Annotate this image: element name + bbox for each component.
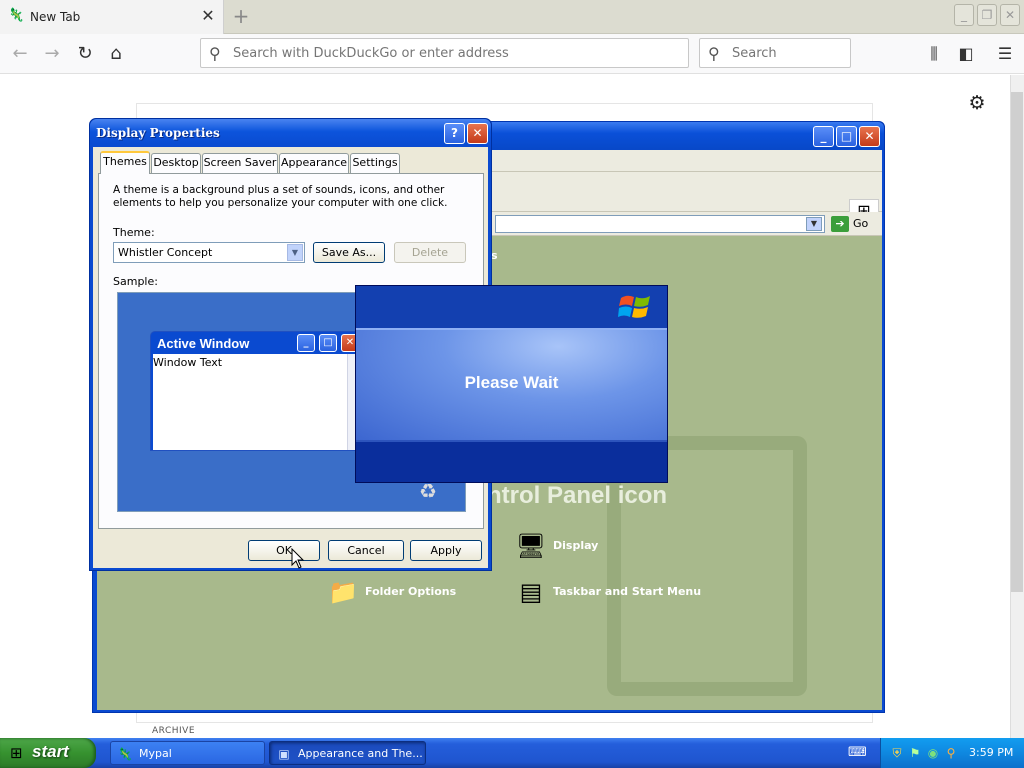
taskbar-icon: ▤ bbox=[519, 578, 543, 606]
tab-settings[interactable]: Settings bbox=[350, 153, 400, 173]
browser-tab[interactable]: 🦎 New Tab ✕ bbox=[0, 0, 224, 34]
cp-pick-heading: ntrol Panel icon bbox=[487, 482, 668, 509]
sample-minimize-icon: _ bbox=[297, 334, 315, 352]
cp-item-folder-options[interactable]: 📁 Folder Options bbox=[327, 576, 487, 612]
search-tray-icon[interactable]: ⚲ bbox=[943, 745, 959, 761]
forward-arrow-icon[interactable]: → bbox=[40, 42, 64, 66]
control-panel-icon: ▣ bbox=[278, 747, 290, 761]
taskbar: ⊞ start 🦎 Mypal ▣ Appearance and The... … bbox=[0, 738, 1024, 768]
windows-flag-icon: ⊞ bbox=[10, 744, 23, 762]
ok-button[interactable]: OK bbox=[248, 540, 320, 561]
tab-appearance[interactable]: Appearance bbox=[279, 153, 349, 173]
splash-bottom-band bbox=[356, 442, 667, 482]
taskbar-item-label: Appearance and The... bbox=[298, 747, 423, 760]
taskbar-item-mypal[interactable]: 🦎 Mypal bbox=[110, 741, 265, 765]
tab-themes[interactable]: Themes bbox=[100, 151, 150, 174]
restore-window-button[interactable]: ❐ bbox=[977, 4, 997, 26]
search-bar[interactable]: ⚲ bbox=[699, 38, 851, 68]
dialog-title: Display Properties bbox=[96, 126, 220, 140]
splash-top-band bbox=[356, 286, 667, 328]
windows-logo-icon bbox=[618, 295, 650, 318]
cp-maximize-button[interactable]: □ bbox=[836, 126, 857, 147]
network-icon[interactable]: ⚑ bbox=[907, 745, 923, 761]
sample-active-window: Active Window _ □ ✕ Window Text bbox=[150, 331, 364, 451]
theme-select[interactable]: Whistler Concept ▼ bbox=[113, 242, 305, 263]
tab-favicon-icon: 🦎 bbox=[8, 8, 25, 23]
display-icon: 🖥 bbox=[515, 532, 547, 560]
reload-icon[interactable]: ↻ bbox=[73, 42, 97, 66]
sample-window-title: Active Window bbox=[157, 336, 250, 351]
go-arrow-icon[interactable]: ➔ bbox=[831, 216, 849, 232]
search-input[interactable] bbox=[730, 44, 840, 62]
cp-item-label: Folder Options bbox=[365, 585, 457, 598]
cp-address-field[interactable]: ▼ bbox=[495, 215, 825, 233]
gear-icon[interactable]: ⚙ bbox=[965, 92, 989, 116]
search-icon: ⚲ bbox=[708, 44, 720, 63]
sample-window-body: Window Text bbox=[153, 354, 361, 450]
theme-select-value: Whistler Concept bbox=[118, 246, 213, 259]
close-window-button[interactable]: ✕ bbox=[1000, 4, 1020, 26]
taskbar-item-control-panel[interactable]: ▣ Appearance and The... bbox=[269, 741, 426, 765]
save-as-button[interactable]: Save As... bbox=[313, 242, 385, 263]
cp-item-label: Display bbox=[553, 539, 599, 552]
cp-minimize-button[interactable]: _ bbox=[813, 126, 834, 147]
folder-options-icon: 📁 bbox=[328, 578, 358, 606]
sample-window-text: Window Text bbox=[153, 356, 223, 369]
mouse-cursor-icon bbox=[291, 548, 305, 569]
minimize-window-button[interactable]: _ bbox=[954, 4, 974, 26]
dialog-titlebar[interactable]: Display Properties ? ✕ bbox=[90, 119, 491, 147]
scrollbar-thumb[interactable] bbox=[1011, 92, 1023, 592]
start-button[interactable]: ⊞ start bbox=[0, 738, 96, 768]
tab-desktop[interactable]: Desktop bbox=[151, 153, 201, 173]
please-wait-text: Please Wait bbox=[464, 373, 559, 392]
archive-label: ARCHIVE bbox=[152, 726, 196, 736]
library-icon[interactable]: ⫼ bbox=[922, 42, 946, 66]
close-tab-icon[interactable]: ✕ bbox=[198, 6, 218, 26]
hamburger-menu-icon[interactable]: ☰ bbox=[993, 42, 1017, 66]
cp-item-label: Taskbar and Start Menu bbox=[553, 585, 702, 598]
back-arrow-icon[interactable]: ← bbox=[8, 42, 32, 66]
search-icon: ⚲ bbox=[209, 44, 221, 63]
sample-maximize-icon: □ bbox=[319, 334, 337, 352]
url-input[interactable] bbox=[231, 44, 671, 62]
start-label: start bbox=[32, 742, 69, 761]
cp-item-taskbar[interactable]: ▤ Taskbar and Start Menu bbox=[515, 576, 735, 612]
tab-title: New Tab bbox=[30, 10, 81, 24]
cp-item-display[interactable]: 🖥 Display bbox=[515, 530, 655, 566]
theme-label: Theme: bbox=[113, 226, 155, 239]
tab-bar: 🦎 New Tab ✕ + _ ❐ ✕ bbox=[0, 0, 1024, 34]
cancel-button[interactable]: Cancel bbox=[328, 540, 404, 561]
sidebar-icon[interactable]: ◧ bbox=[954, 42, 978, 66]
update-icon[interactable]: ◉ bbox=[925, 745, 941, 761]
help-button[interactable]: ? bbox=[444, 123, 465, 144]
dialog-close-button[interactable]: ✕ bbox=[467, 123, 488, 144]
mypal-icon: 🦎 bbox=[117, 747, 133, 761]
chevron-down-icon[interactable]: ▼ bbox=[806, 217, 822, 231]
navigation-bar: ← → ↻ ⌂ ⚲ ⚲ ⫼ ◧ ☰ bbox=[0, 34, 1024, 74]
url-bar[interactable]: ⚲ bbox=[200, 38, 689, 68]
security-shield-icon[interactable]: ⛨ bbox=[889, 745, 905, 761]
clock: 3:59 PM bbox=[969, 746, 1014, 759]
home-icon[interactable]: ⌂ bbox=[104, 42, 128, 66]
taskbar-item-label: Mypal bbox=[139, 747, 172, 760]
go-button-label[interactable]: Go bbox=[853, 217, 868, 230]
delete-button: Delete bbox=[394, 242, 466, 263]
new-tab-icon[interactable]: + bbox=[230, 6, 252, 28]
recycle-bin-icon: ♻ bbox=[419, 479, 437, 503]
apply-button[interactable]: Apply bbox=[410, 540, 482, 561]
cp-close-button[interactable]: ✕ bbox=[859, 126, 880, 147]
tab-screen-saver[interactable]: Screen Saver bbox=[202, 153, 278, 173]
theme-description: A theme is a background plus a set of so… bbox=[113, 184, 448, 209]
sample-label: Sample: bbox=[113, 275, 158, 288]
system-tray: ⛨ ⚑ ◉ ⚲ 3:59 PM bbox=[880, 738, 1024, 768]
keyboard-icon[interactable]: ⌨ bbox=[848, 745, 867, 761]
please-wait-splash: Please Wait bbox=[355, 285, 668, 483]
chevron-down-icon[interactable]: ▼ bbox=[287, 244, 303, 261]
